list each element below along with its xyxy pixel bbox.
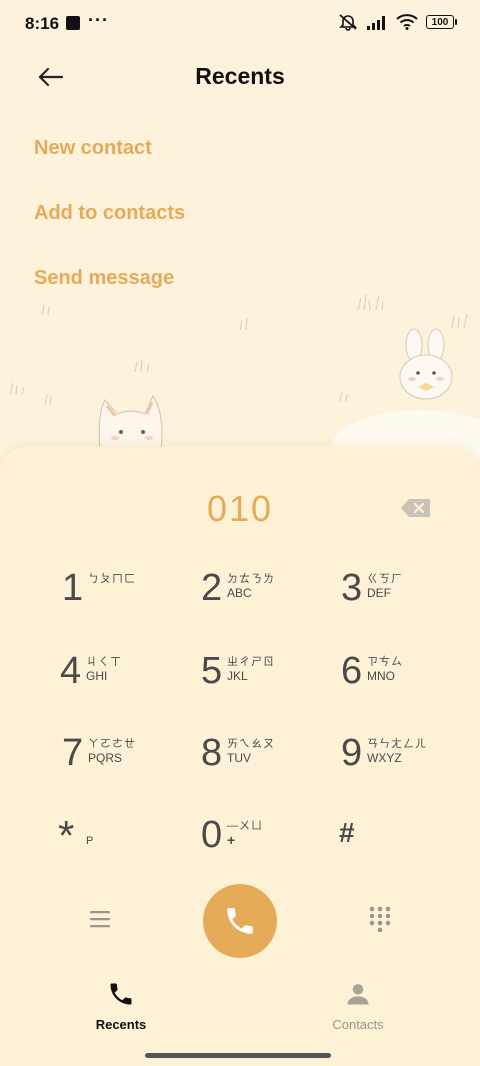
key-hash[interactable]: # — [339, 813, 459, 873]
battery-icon: 100 — [426, 15, 457, 29]
tab-recents[interactable]: Recents — [61, 980, 181, 1032]
key-letters: TUV — [227, 751, 251, 765]
key-zhuyin: —ㄨㄩ — [227, 820, 263, 832]
key-letters: PQRS — [88, 751, 123, 765]
key-digit: 6 — [341, 650, 363, 692]
key-digit: 5 — [201, 650, 223, 692]
mute-vibrate-icon — [339, 14, 357, 31]
key-zhuyin: ㄚㄛㄜㄝ — [88, 738, 136, 750]
bunny-illustration — [399, 328, 453, 400]
key-zhuyin: ㄍㄎㄏ — [367, 573, 403, 585]
key-letters: GHI — [86, 669, 108, 683]
key-letters: ABC — [227, 586, 252, 600]
key-9[interactable]: 9 ㄢㄣㄤㄥㄦ WXYZ — [341, 731, 461, 791]
key-letters: WXYZ — [367, 751, 402, 765]
tab-label: Recents — [95, 1017, 147, 1032]
home-indicator[interactable] — [145, 1053, 331, 1058]
key-digit: 1 — [62, 567, 84, 609]
backspace-icon[interactable] — [400, 498, 432, 518]
key-digit: 9 — [341, 732, 363, 774]
key-zhuyin: ㄅㄆㄇㄈ — [88, 573, 136, 585]
phone-icon — [110, 983, 132, 1005]
key-letters: MNO — [367, 669, 395, 683]
key-zhuyin: ㄗㄘㄙ — [367, 656, 403, 668]
dialpad-toggle-icon[interactable] — [369, 906, 391, 932]
key-digit: 2 — [201, 567, 223, 609]
page-title: Recents — [195, 63, 285, 89]
key-digit: 0 — [201, 814, 223, 856]
key-digit: # — [339, 817, 355, 848]
tab-contacts[interactable]: Contacts — [298, 980, 418, 1032]
status-bar: 8:16 ··· 100 — [0, 0, 480, 48]
send-message-button[interactable]: Send message — [34, 267, 174, 290]
key-zhuyin: ㄐㄑㄒ — [86, 656, 122, 668]
key-zhuyin: ㄉㄊㄋㄌ — [227, 573, 275, 585]
key-digit: * — [58, 812, 75, 859]
key-8[interactable]: 8 ㄞㄟㄠㄡ TUV — [201, 731, 321, 791]
key-7[interactable]: 7 ㄚㄛㄜㄝ PQRS — [62, 731, 182, 791]
key-4[interactable]: 4 ㄐㄑㄒ GHI — [60, 649, 180, 709]
key-letters: JKL — [227, 669, 248, 683]
key-digit: 4 — [60, 650, 82, 692]
key-zhuyin: ㄞㄟㄠㄡ — [227, 738, 275, 750]
tab-label: Contacts — [332, 1017, 384, 1032]
key-zhuyin: ㄓㄔㄕㄖ — [227, 656, 275, 668]
new-contact-button[interactable]: New contact — [34, 137, 152, 160]
status-time: 8:16 — [25, 14, 60, 33]
key-letters: + — [227, 832, 236, 848]
key-6[interactable]: 6 ㄗㄘㄙ MNO — [341, 649, 461, 709]
key-1[interactable]: 1 ㄅㄆㄇㄈ — [62, 566, 182, 626]
key-3[interactable]: 3 ㄍㄎㄏ DEF — [341, 566, 461, 626]
key-letters: P — [86, 835, 94, 847]
key-digit: 7 — [62, 732, 84, 774]
notification-square-icon — [66, 16, 80, 30]
menu-lines-icon[interactable] — [89, 909, 111, 929]
phone-icon — [227, 908, 253, 934]
wifi-icon — [396, 14, 418, 30]
key-star[interactable]: * P — [58, 813, 178, 873]
key-digit: 3 — [341, 567, 363, 609]
signal-icon — [367, 16, 385, 30]
add-to-contacts-button[interactable]: Add to contacts — [34, 202, 185, 225]
key-2[interactable]: 2 ㄉㄊㄋㄌ ABC — [201, 566, 321, 626]
key-zhuyin: ㄢㄣㄤㄥㄦ — [367, 738, 427, 750]
key-digit: 8 — [201, 732, 223, 774]
key-letters: DEF — [367, 586, 391, 600]
call-button[interactable] — [203, 884, 277, 958]
key-5[interactable]: 5 ㄓㄔㄕㄖ JKL — [201, 649, 321, 709]
cat-illustration — [98, 394, 163, 450]
more-notifications-icon: ··· — [88, 10, 109, 30]
key-0[interactable]: 0 —ㄨㄩ + — [201, 813, 321, 873]
person-icon — [347, 984, 369, 1005]
